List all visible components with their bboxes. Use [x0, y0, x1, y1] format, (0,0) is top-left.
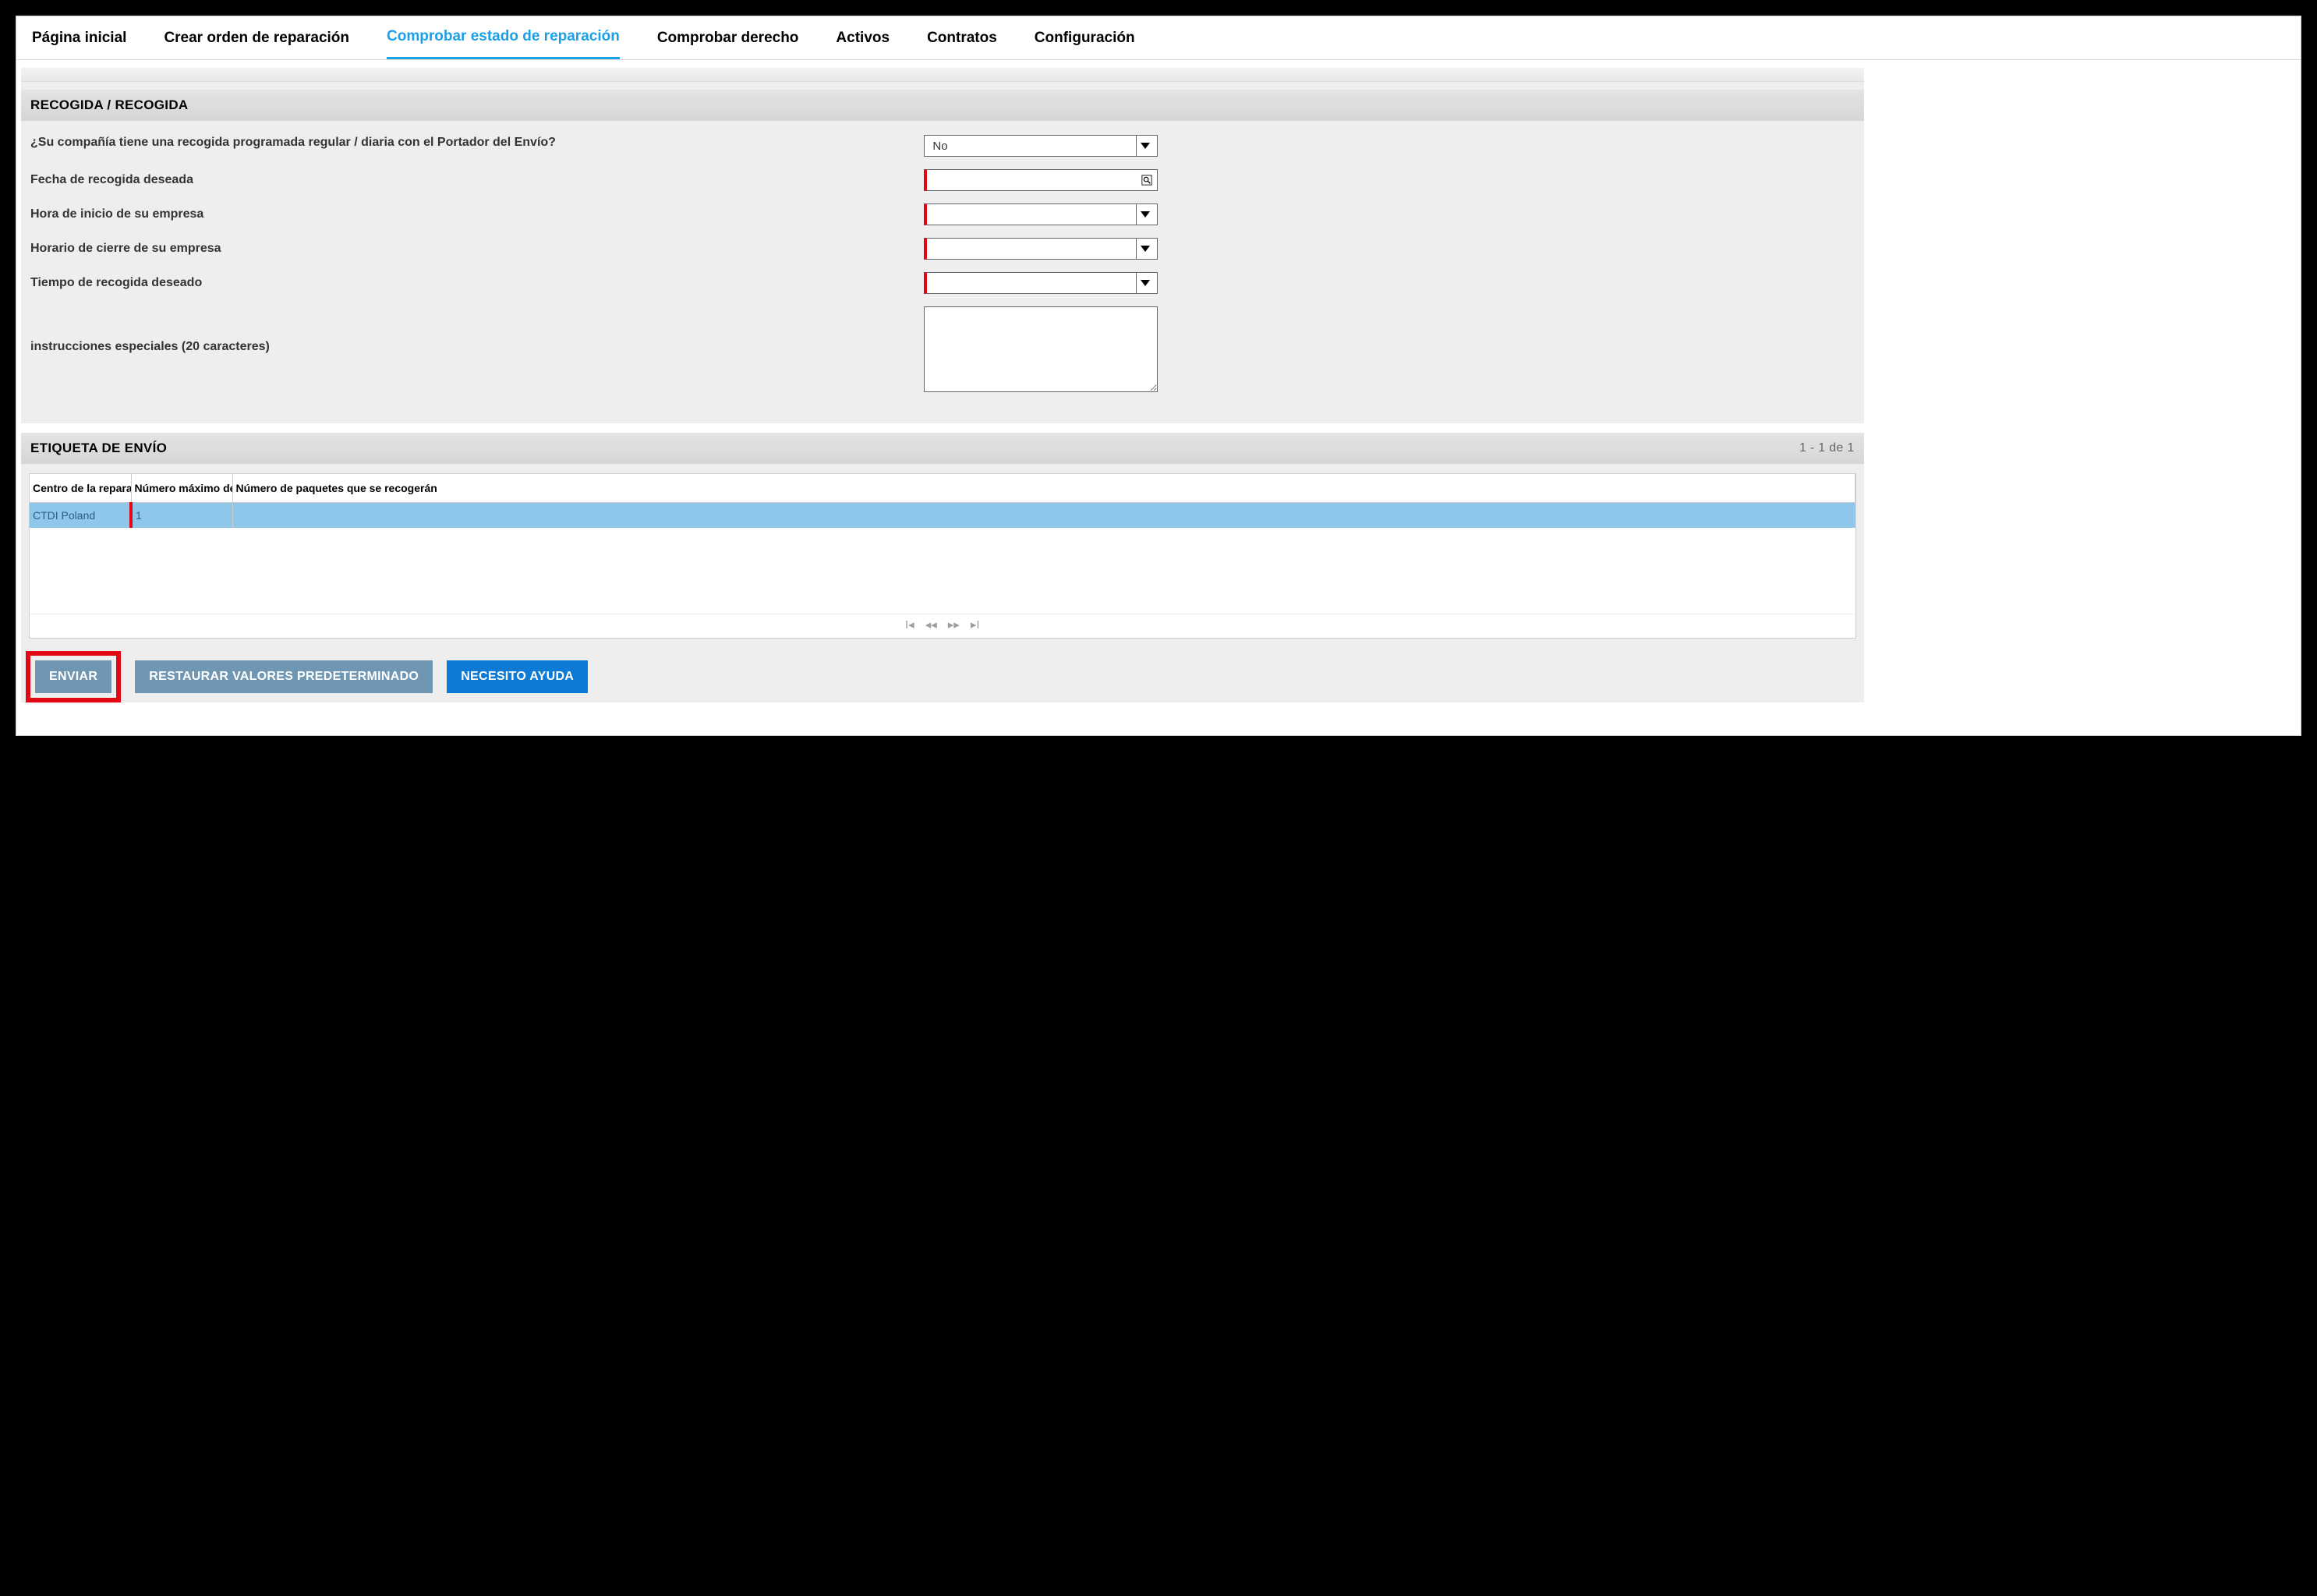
cell-packages[interactable]	[232, 503, 1855, 529]
cell-repair-center: CTDI Poland	[30, 503, 131, 529]
pickup-panel: RECOGIDA / RECOGIDA ¿Su compañía tiene u…	[21, 68, 1864, 423]
nav-create-order[interactable]: Crear orden de reparación	[164, 18, 349, 58]
content-area: RECOGIDA / RECOGIDA ¿Su compañía tiene u…	[16, 60, 2301, 735]
close-time-label: Horario de cierre de su empresa	[30, 241, 924, 257]
app-window: Página inicial Crear orden de reparación…	[16, 16, 2301, 736]
pickup-panel-title: RECOGIDA / RECOGIDA	[30, 97, 188, 113]
pager-next-icon[interactable]: ▸▸	[948, 618, 960, 632]
chevron-down-icon	[1136, 239, 1154, 259]
table-header-row: Centro de la repara Número máximo de Núm…	[30, 474, 1855, 503]
pager-last-icon[interactable]: ▸I	[971, 618, 980, 632]
action-button-row: ENVIAR RESTAURAR VALORES PREDETERMINADO …	[21, 639, 1864, 702]
shipping-label-title: ETIQUETA DE ENVÍO	[30, 441, 167, 456]
desired-date-input[interactable]	[924, 169, 1158, 191]
date-lookup-icon[interactable]	[1140, 173, 1154, 187]
send-button-highlight: ENVIAR	[26, 651, 121, 702]
chevron-down-icon	[1136, 136, 1154, 156]
shipping-label-panel: ETIQUETA DE ENVÍO 1 - 1 de 1 Centro de l…	[21, 433, 1864, 702]
pager-prev-icon[interactable]: ◂◂	[925, 618, 937, 632]
table-empty-area	[30, 528, 1855, 614]
panel-spacer	[21, 68, 1864, 82]
chevron-down-icon	[1136, 204, 1154, 225]
desired-time-label: Tiempo de recogida deseado	[30, 275, 924, 291]
pickup-panel-body: ¿Su compañía tiene una recogida programa…	[21, 121, 1864, 423]
nav-contracts[interactable]: Contratos	[927, 18, 997, 58]
top-nav: Página inicial Crear orden de reparación…	[16, 16, 2301, 60]
shipping-label-count: 1 - 1 de 1	[1799, 441, 1855, 455]
restore-defaults-button[interactable]: RESTAURAR VALORES PREDETERMINADO	[135, 660, 433, 693]
desired-time-select[interactable]	[924, 272, 1158, 294]
nav-check-entitlement[interactable]: Comprobar derecho	[657, 18, 799, 58]
close-time-select[interactable]	[924, 238, 1158, 260]
col-packages[interactable]: Número de paquetes que se recogerán	[232, 474, 1855, 503]
col-repair-center[interactable]: Centro de la repara	[30, 474, 131, 503]
nav-home[interactable]: Página inicial	[32, 18, 126, 58]
send-button[interactable]: ENVIAR	[35, 660, 111, 693]
company-pickup-select[interactable]: No	[924, 135, 1158, 157]
pickup-panel-header: RECOGIDA / RECOGIDA	[21, 90, 1864, 121]
company-pickup-label: ¿Su compañía tiene una recogida programa…	[30, 135, 924, 150]
col-max-number[interactable]: Número máximo de	[131, 474, 232, 503]
special-instructions-label: instrucciones especiales (20 caracteres)	[30, 306, 924, 355]
table-pager: I◂ ◂◂ ▸▸ ▸I	[30, 614, 1855, 638]
desired-date-label: Fecha de recogida deseada	[30, 172, 924, 188]
special-instructions-input[interactable]	[924, 306, 1158, 392]
shipping-label-body: Centro de la repara Número máximo de Núm…	[21, 464, 1864, 702]
pager-first-icon[interactable]: I◂	[905, 618, 914, 632]
need-help-button[interactable]: NECESITO AYUDA	[447, 660, 588, 693]
nav-config[interactable]: Configuración	[1035, 18, 1135, 58]
table-row[interactable]: CTDI Poland 1	[30, 503, 1855, 529]
nav-check-status[interactable]: Comprobar estado de reparación	[387, 16, 620, 59]
nav-assets[interactable]: Activos	[836, 18, 890, 58]
shipping-table-wrap: Centro de la repara Número máximo de Núm…	[29, 473, 1856, 639]
chevron-down-icon	[1136, 273, 1154, 293]
shipping-table: Centro de la repara Número máximo de Núm…	[30, 474, 1855, 528]
open-time-label: Hora de inicio de su empresa	[30, 207, 924, 222]
cell-max-number[interactable]: 1	[131, 503, 232, 529]
open-time-select[interactable]	[924, 203, 1158, 225]
company-pickup-value: No	[928, 140, 947, 153]
shipping-label-header: ETIQUETA DE ENVÍO 1 - 1 de 1	[21, 433, 1864, 464]
